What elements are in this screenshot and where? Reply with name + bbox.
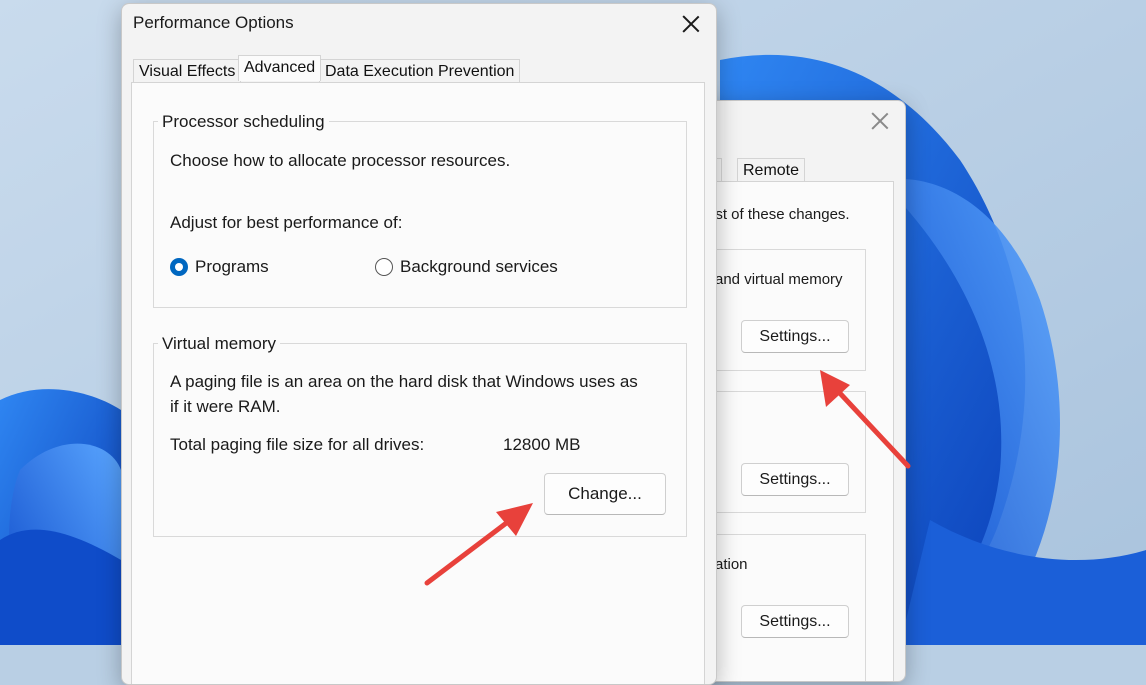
virtual-memory-description-line2: if it were RAM.: [170, 397, 281, 416]
close-icon[interactable]: [871, 112, 889, 130]
processor-scheduling-legend: Processor scheduling: [158, 112, 329, 132]
startup-recovery-settings-button[interactable]: Settings...: [741, 605, 849, 638]
background-services-radio[interactable]: [375, 258, 393, 276]
virtual-memory-legend: Virtual memory: [158, 334, 280, 354]
change-button[interactable]: Change...: [544, 473, 666, 515]
performance-group-text: and virtual memory: [715, 271, 843, 288]
user-profiles-settings-button[interactable]: Settings...: [741, 463, 849, 496]
adjust-label: Adjust for best performance of:: [170, 213, 403, 232]
performance-settings-button[interactable]: Settings...: [741, 320, 849, 353]
dialog-title: Performance Options: [133, 13, 294, 32]
startup-recovery-text: ation: [715, 556, 748, 573]
tab-data-execution-prevention[interactable]: Data Execution Prevention: [319, 59, 521, 83]
close-icon[interactable]: [682, 15, 700, 33]
performance-options-dialog: Performance Options Visual Effects Advan…: [121, 3, 717, 685]
background-services-radio-label[interactable]: Background services: [400, 254, 558, 279]
tab-remote[interactable]: Remote: [737, 158, 806, 182]
programs-radio[interactable]: [170, 258, 188, 276]
tab-advanced[interactable]: Advanced: [238, 55, 322, 81]
programs-radio-label[interactable]: Programs: [195, 254, 269, 279]
virtual-memory-description-line1: A paging file is an area on the hard dis…: [170, 372, 638, 391]
total-paging-label: Total paging file size for all drives:: [170, 435, 425, 454]
processor-description: Choose how to allocate processor resourc…: [170, 151, 511, 170]
intro-text: ost of these changes.: [707, 206, 850, 223]
total-paging-value: 12800 MB: [503, 435, 581, 454]
tab-visual-effects[interactable]: Visual Effects: [133, 59, 242, 83]
